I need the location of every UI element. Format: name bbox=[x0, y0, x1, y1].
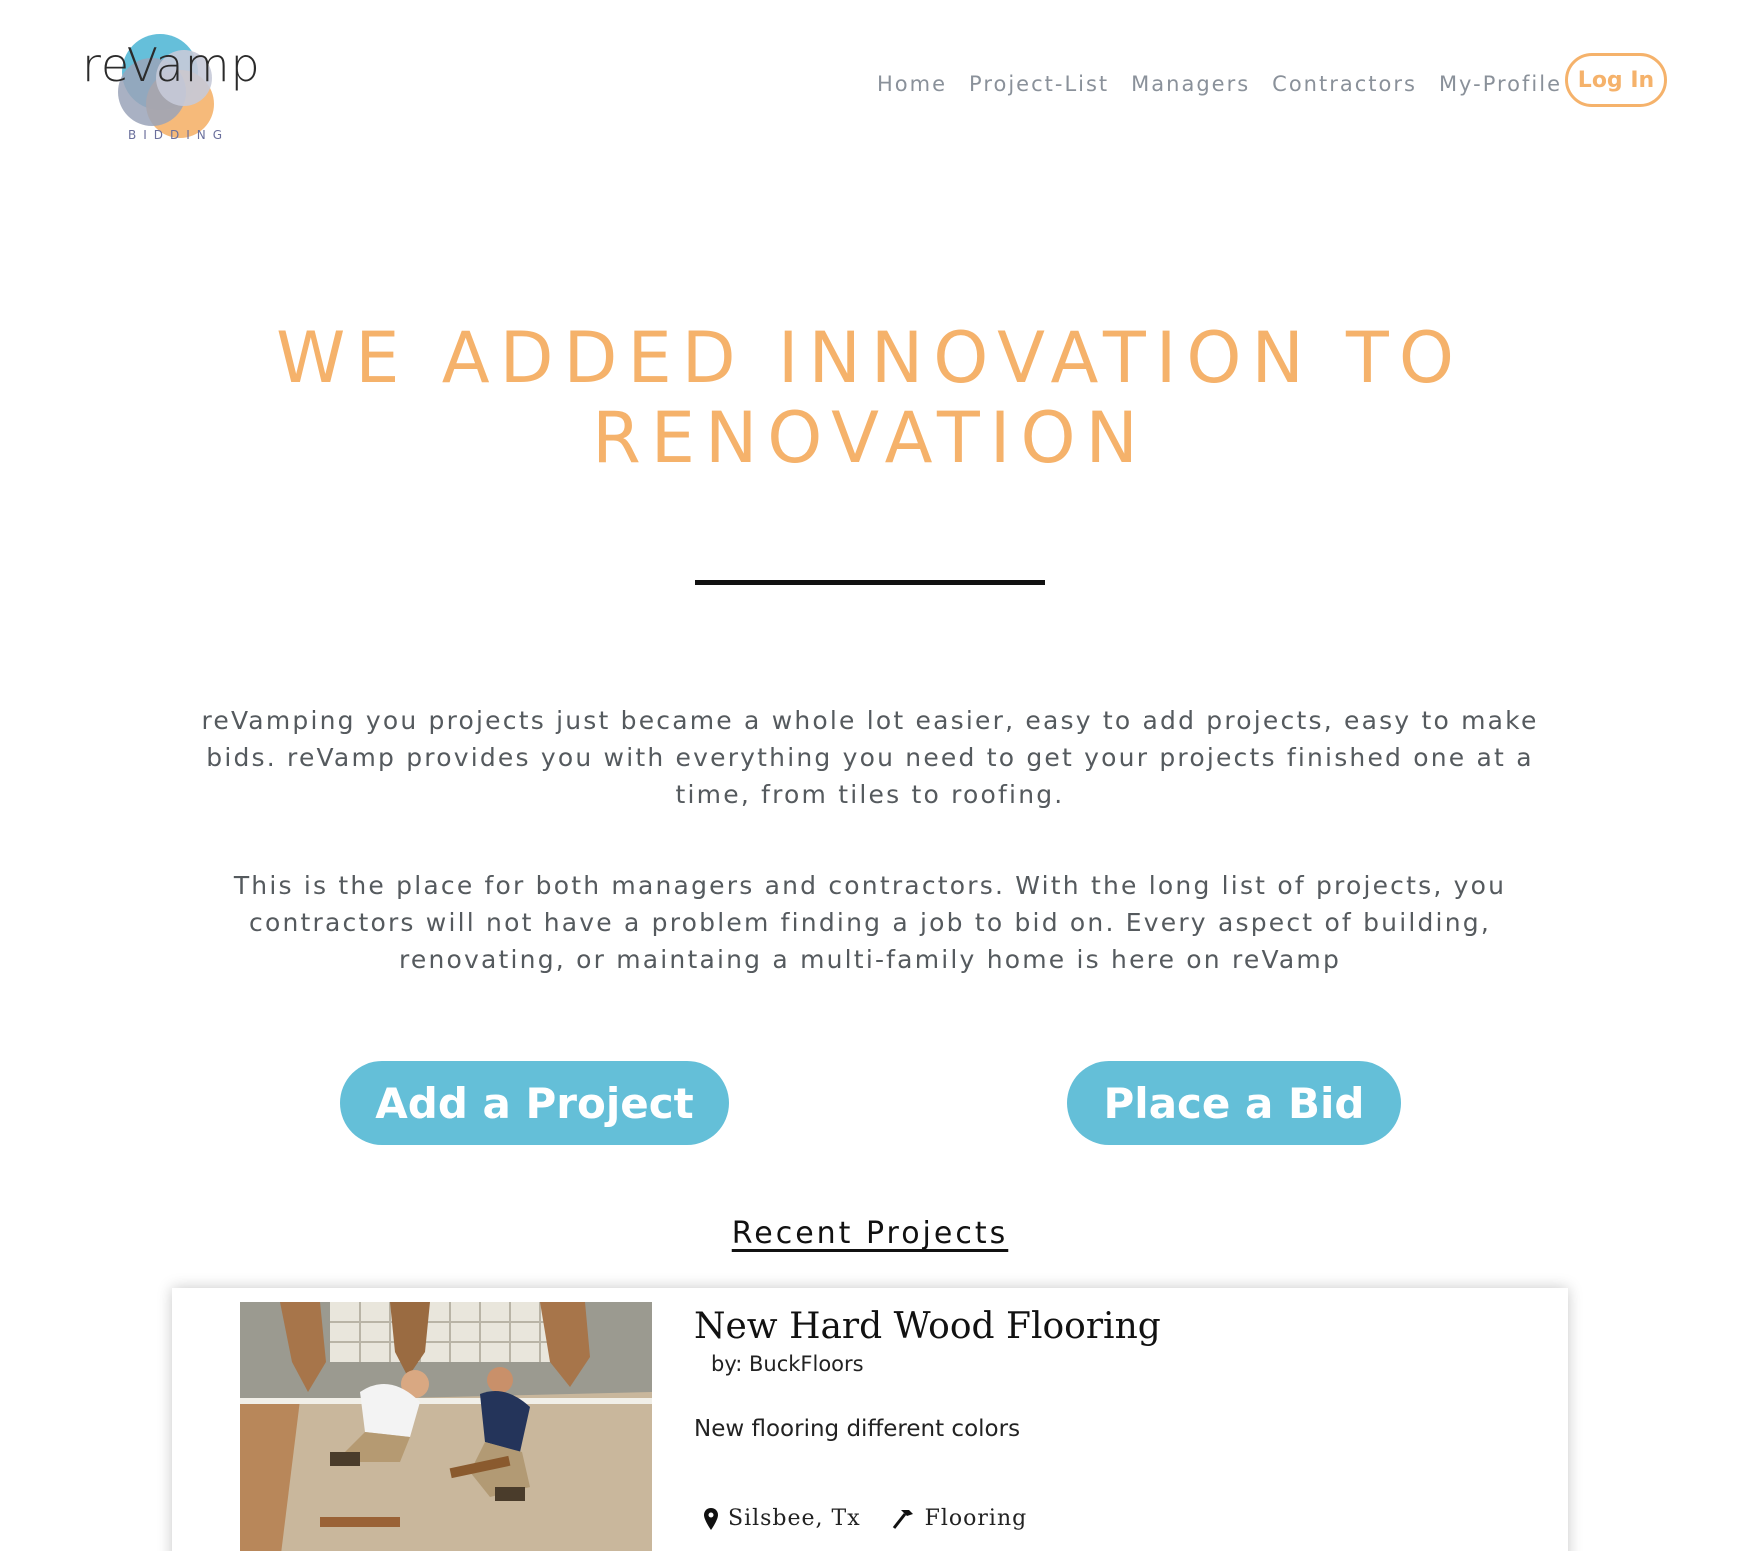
project-category: Flooring bbox=[891, 1506, 1028, 1531]
hero-title: WE ADDED INNOVATION TO RENOVATION bbox=[180, 318, 1560, 478]
recent-projects-heading[interactable]: Recent Projects bbox=[0, 1216, 1740, 1251]
map-pin-icon bbox=[704, 1507, 718, 1530]
hero-divider bbox=[695, 580, 1045, 585]
project-description: New flooring different colors bbox=[694, 1416, 1021, 1442]
project-title[interactable]: New Hard Wood Flooring bbox=[694, 1306, 1161, 1347]
nav-my-profile[interactable]: My-Profile bbox=[1439, 72, 1562, 96]
revamp-logo[interactable]: reVamp BIDDING bbox=[80, 16, 270, 146]
intro-paragraph-2: This is the place for both managers and … bbox=[233, 871, 1507, 974]
logo-wordmark: reVamp bbox=[82, 38, 261, 92]
project-author: by: BuckFloors bbox=[711, 1352, 864, 1376]
page: reVamp BIDDING Home Project-List Manager… bbox=[0, 0, 1740, 1551]
nav-home[interactable]: Home bbox=[877, 72, 947, 96]
login-button[interactable]: Log In bbox=[1565, 53, 1667, 107]
project-photo[interactable] bbox=[240, 1302, 652, 1551]
nav-project-list[interactable]: Project-List bbox=[969, 72, 1109, 96]
place-bid-button[interactable]: Place a Bid bbox=[1067, 1061, 1401, 1145]
project-category-text: Flooring bbox=[924, 1506, 1028, 1531]
main-nav: Home Project-List Managers Contractors M… bbox=[877, 72, 1562, 96]
flooring-photo-illustration bbox=[240, 1302, 652, 1551]
nav-managers[interactable]: Managers bbox=[1131, 72, 1250, 96]
project-location: Silsbee, Tx bbox=[704, 1506, 861, 1531]
project-location-text: Silsbee, Tx bbox=[728, 1506, 861, 1531]
hammer-icon bbox=[892, 1509, 913, 1529]
logo-subtext: BIDDING bbox=[128, 128, 230, 142]
hero-title-line-1: WE ADDED INNOVATION TO bbox=[276, 317, 1464, 399]
project-meta: Silsbee, Tx Flooring bbox=[704, 1506, 1027, 1531]
add-project-button[interactable]: Add a Project bbox=[340, 1061, 729, 1145]
project-card[interactable]: New Hard Wood Flooring by: BuckFloors Ne… bbox=[172, 1288, 1568, 1551]
hero-title-line-2: RENOVATION bbox=[592, 397, 1148, 479]
intro-paragraph-1: reVamping you projects just became a who… bbox=[201, 706, 1539, 809]
nav-contractors[interactable]: Contractors bbox=[1272, 72, 1417, 96]
